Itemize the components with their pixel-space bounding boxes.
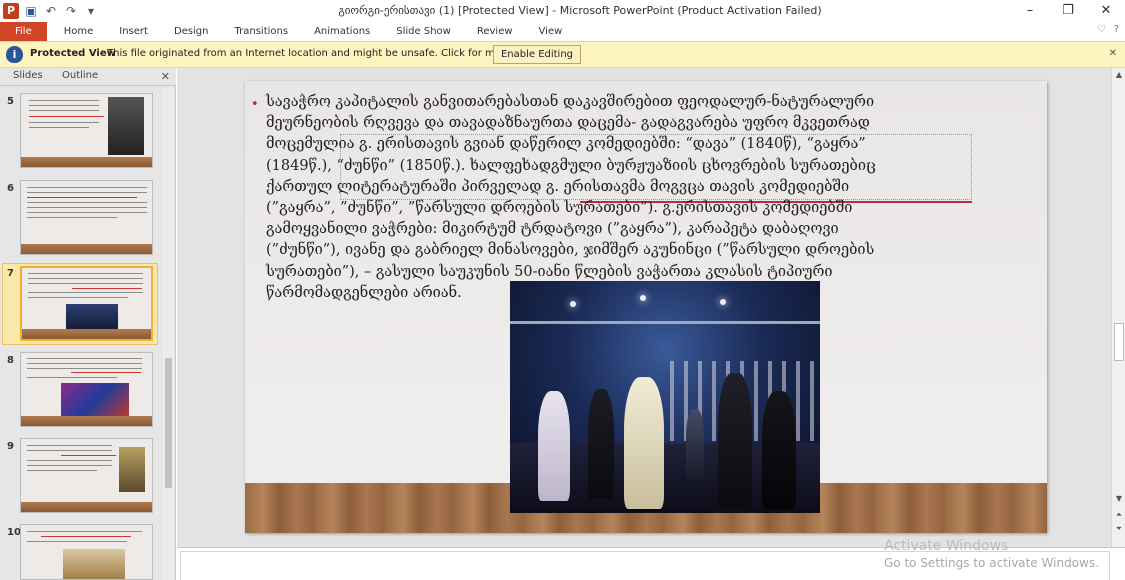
slide-editor-area: • სავაჭრო კაპიტალის განვითარებასთან დაკა… <box>177 68 1111 547</box>
slides-panel-scrollbar[interactable] <box>163 88 174 580</box>
slide-scrollbar[interactable]: ▲ ▼ ⏶ ⏷ <box>1111 68 1125 547</box>
theatre-stage-photo[interactable] <box>510 281 820 513</box>
tab-home[interactable]: Home <box>51 22 107 41</box>
slide-number: 8 <box>7 355 14 366</box>
collapse-ribbon-icon[interactable]: ♡ <box>1097 24 1106 35</box>
actor-figure <box>588 389 614 499</box>
previous-slide-icon[interactable]: ⏶ <box>1112 510 1125 520</box>
tab-design[interactable]: Design <box>161 22 222 41</box>
slide-scroll-thumb[interactable] <box>1114 323 1124 361</box>
slide-number: 5 <box>7 96 14 107</box>
activation-watermark-title: Activate Windows <box>884 538 1009 554</box>
slide-thumbnail-8[interactable] <box>20 352 153 427</box>
slide-thumbnail-9[interactable] <box>20 438 153 513</box>
tab-animations[interactable]: Animations <box>301 22 383 41</box>
close-bar-icon[interactable]: ✕ <box>1109 48 1117 59</box>
shield-info-icon: i <box>6 46 23 63</box>
slide-number: 7 <box>7 268 14 279</box>
scroll-up-icon[interactable]: ▲ <box>1112 70 1125 79</box>
panel-tabs: Slides Outline ✕ <box>0 68 176 86</box>
slides-panel: Slides Outline ✕ 5 6 7 8 9 10 <box>0 68 176 580</box>
quick-access-toolbar: ▣ ↶ ↷ ▾ <box>22 2 100 20</box>
actor-figure <box>538 391 570 501</box>
actor-figure <box>718 373 752 508</box>
ribbon-tabs: File Home Insert Design Transitions Anim… <box>0 22 1125 41</box>
slide-thumbnail-10[interactable] <box>20 524 153 580</box>
save-icon[interactable]: ▣ <box>22 2 40 20</box>
slides-panel-scroll-thumb[interactable] <box>165 358 172 488</box>
tab-file[interactable]: File <box>0 22 47 41</box>
powerpoint-logo-icon[interactable]: P <box>3 3 19 19</box>
actor-figure <box>686 409 704 479</box>
close-panel-icon[interactable]: ✕ <box>161 70 170 83</box>
actor-figure <box>762 391 796 509</box>
ribbon-right-controls: ♡ ? <box>1097 24 1119 35</box>
close-button[interactable]: ✕ <box>1087 0 1125 22</box>
restore-button[interactable]: ❐ <box>1049 0 1087 22</box>
tab-transitions[interactable]: Transitions <box>221 22 301 41</box>
tab-view[interactable]: View <box>526 22 576 41</box>
tab-review[interactable]: Review <box>464 22 526 41</box>
slide-body-text[interactable]: სავაჭრო კაპიტალის განვითარებასთან დაკავშ… <box>266 92 886 304</box>
window-controls: – ❐ ✕ <box>1011 0 1125 22</box>
bullet-marker: • <box>251 97 259 112</box>
tab-outline[interactable]: Outline <box>62 70 98 81</box>
slide-number: 10 <box>7 527 21 538</box>
enable-editing-button[interactable]: Enable Editing <box>493 45 581 64</box>
protected-view-message[interactable]: This file originated from an Internet lo… <box>107 48 551 59</box>
customize-toolbar-icon[interactable]: ▾ <box>82 2 100 20</box>
church-thumbnail-image <box>63 549 125 579</box>
tab-slides[interactable]: Slides <box>13 70 43 81</box>
slide-thumbnail-6[interactable] <box>20 180 153 255</box>
slide-thumbnail-5[interactable] <box>20 93 153 168</box>
slide-thumbnail-7[interactable] <box>20 266 153 341</box>
help-icon[interactable]: ? <box>1114 24 1119 35</box>
scroll-down-icon[interactable]: ▼ <box>1112 494 1125 503</box>
portrait-thumbnail-image <box>108 97 144 155</box>
actor-figure <box>624 377 664 509</box>
slide-number: 9 <box>7 441 14 452</box>
theatre-thumbnail-image <box>61 383 129 419</box>
undo-icon[interactable]: ↶ <box>42 2 60 20</box>
tab-insert[interactable]: Insert <box>106 22 161 41</box>
window-title: გიორგი-ერისთავი (1) [Protected View] - M… <box>338 4 822 17</box>
activation-watermark-subtitle: Go to Settings to activate Windows. <box>884 556 1099 570</box>
painting-thumbnail-image <box>119 447 145 492</box>
protected-view-bar[interactable]: i Protected View This file originated fr… <box>0 41 1125 68</box>
slide-number: 6 <box>7 183 14 194</box>
current-slide[interactable]: • სავაჭრო კაპიტალის განვითარებასთან დაკა… <box>245 81 1047 533</box>
title-bar: P ▣ ↶ ↷ ▾ გიორგი-ერისთავი (1) [Protected… <box>0 0 1125 22</box>
protected-view-title: Protected View <box>30 48 116 59</box>
redo-icon[interactable]: ↷ <box>62 2 80 20</box>
tab-slide-show[interactable]: Slide Show <box>383 22 464 41</box>
next-slide-icon[interactable]: ⏷ <box>1112 524 1125 534</box>
minimize-button[interactable]: – <box>1011 0 1049 22</box>
